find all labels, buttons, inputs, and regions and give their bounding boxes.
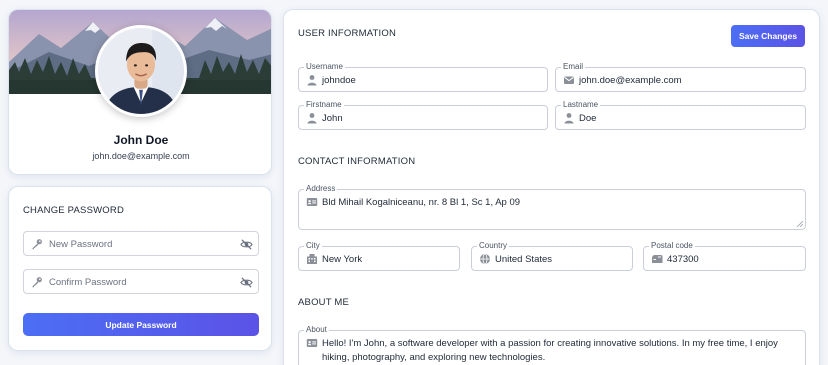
building-icon [307,254,317,264]
address-value: Bld Mihail Kogalniceanu, nr. 8 Bl 1, Sc … [322,197,521,208]
profile-settings-page: John Doe john.doe@example.com CHANGE PAS… [0,0,828,365]
lastname-label: Lastname [561,100,601,110]
user-details-card: USER INFORMATION Save Changes Username j… [283,9,820,365]
profile-name: John Doe [113,133,169,147]
eye-slash-icon[interactable] [240,238,253,251]
confirm-password-field[interactable]: Confirm Password [23,269,259,294]
new-password-placeholder: New Password [49,239,113,250]
key-icon [32,277,42,288]
firstname-field[interactable]: Firstname John [298,100,548,130]
mailbox-icon [652,255,663,263]
postal-code-field[interactable]: Postal code 437300 [643,241,806,271]
person-icon [564,113,574,124]
about-value: Hello! I'm John, a software developer wi… [322,338,778,363]
address-field[interactable]: Address Bld Mihail Kogalniceanu, nr. 8 B… [298,184,806,230]
postal-code-label: Postal code [649,241,695,251]
change-password-card: CHANGE PASSWORD New Password Confirm Pas… [8,186,272,351]
about-me-title: ABOUT ME [298,297,350,308]
person-icon [307,75,317,86]
envelope-icon [564,76,574,84]
city-value: New York [322,254,363,265]
username-value: johndoe [322,75,356,86]
about-field[interactable]: About Hello! I'm John, a software develo… [298,325,806,365]
change-password-title: CHANGE PASSWORD [23,205,125,216]
city-field[interactable]: City New York [298,241,460,271]
firstname-label: Firstname [304,100,344,110]
lastname-field[interactable]: Lastname Doe [555,100,806,130]
country-field[interactable]: Country United States [471,241,633,271]
firstname-value: John [322,113,343,124]
username-field[interactable]: Username johndoe [298,62,548,92]
update-password-button[interactable]: Update Password [23,313,259,336]
key-icon [32,239,42,250]
profile-email: john.doe@example.com [92,151,190,161]
email-field[interactable]: Email john.doe@example.com [555,62,806,92]
resize-handle-icon[interactable] [797,221,803,227]
lastname-value: Doe [579,113,597,124]
country-label: Country [477,241,510,251]
email-value: john.doe@example.com [579,75,682,86]
person-icon [307,113,317,124]
confirm-password-placeholder: Confirm Password [49,277,127,288]
id-card-icon [306,198,318,206]
about-label: About [304,325,329,335]
username-label: Username [304,62,345,72]
contact-information-title: CONTACT INFORMATION [298,156,416,167]
new-password-field[interactable]: New Password [23,231,259,256]
postal-code-value: 437300 [667,254,699,265]
address-label: Address [304,184,338,194]
profile-card: John Doe john.doe@example.com [8,9,272,175]
avatar[interactable] [95,25,187,117]
id-card-icon [306,339,318,347]
country-value: United States [495,254,553,265]
email-label: Email [561,62,586,72]
eye-slash-icon[interactable] [240,276,253,289]
globe-icon [480,253,490,265]
user-information-title: USER INFORMATION [298,28,397,39]
city-label: City [304,241,322,251]
save-changes-button[interactable]: Save Changes [731,25,805,47]
